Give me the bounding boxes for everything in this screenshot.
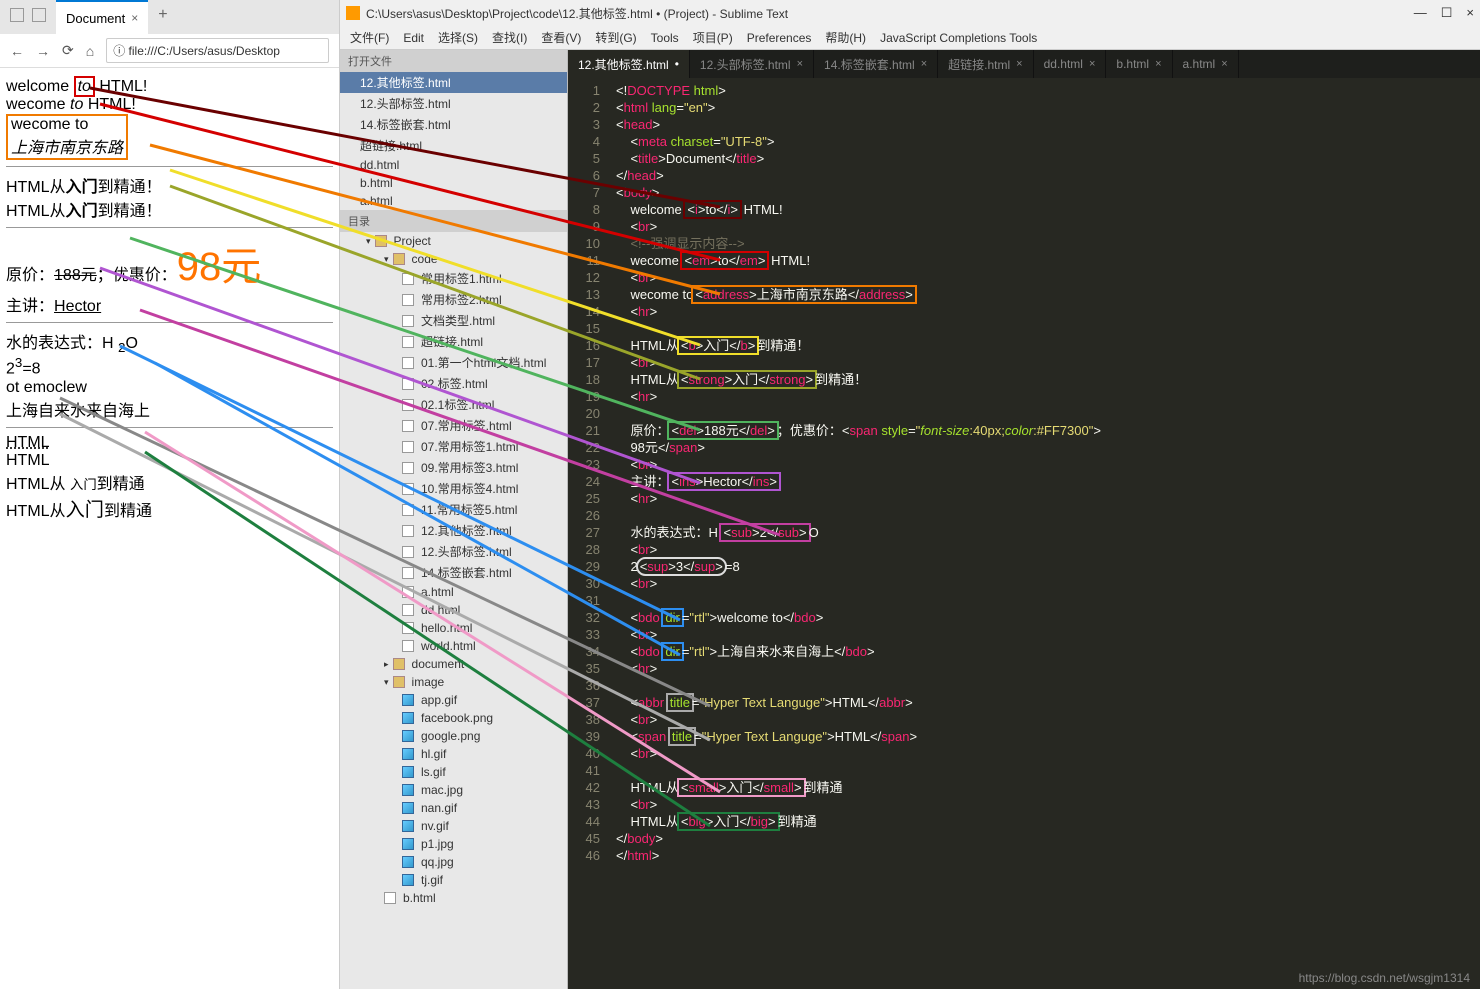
tree-image[interactable]: tj.gif bbox=[340, 871, 567, 889]
editor-tab[interactable]: 14.标签嵌套.html× bbox=[814, 50, 938, 78]
folder-code[interactable]: ▾code bbox=[340, 250, 567, 268]
menu-bar[interactable]: 文件(F) Edit 选择(S) 查找(I) 查看(V) 转到(G) Tools 项目(P) P… bbox=[340, 26, 1480, 50]
tree-file[interactable]: a.html bbox=[340, 583, 567, 601]
i-render: to bbox=[74, 76, 95, 97]
menu-item[interactable]: Tools bbox=[651, 31, 679, 45]
editor-tab[interactable]: 超链接.html× bbox=[938, 50, 1033, 78]
tree-image[interactable]: google.png bbox=[340, 727, 567, 745]
tree-file[interactable]: hello.html bbox=[340, 619, 567, 637]
open-file-item[interactable]: 12.其他标签.html bbox=[340, 72, 567, 93]
editor-tab[interactable]: b.html× bbox=[1106, 50, 1172, 78]
tree-file[interactable]: 常用标签2.html bbox=[340, 289, 567, 310]
editor-tab[interactable]: 12.头部标签.html× bbox=[690, 50, 814, 78]
browser-tab-bar: Document × + bbox=[0, 0, 339, 34]
code-area: 12.其他标签.html•12.头部标签.html×14.标签嵌套.html×超… bbox=[568, 50, 1480, 989]
tree-image[interactable]: app.gif bbox=[340, 691, 567, 709]
open-files-section: 打开文件 bbox=[340, 50, 567, 72]
menu-item[interactable]: 项目(P) bbox=[693, 29, 733, 46]
browser-tab[interactable]: Document × bbox=[56, 0, 148, 34]
tree-image[interactable]: nv.gif bbox=[340, 817, 567, 835]
tree-file[interactable]: 文档类型.html bbox=[340, 310, 567, 331]
open-file-item[interactable]: dd.html bbox=[340, 156, 567, 174]
tab-title: Document bbox=[66, 11, 125, 26]
address-bar: ← → ⟳ ⌂ ⓘ file:///C:/Users/asus/Desktop bbox=[0, 34, 339, 68]
tree-file[interactable]: 07.常用标签.html bbox=[340, 415, 567, 436]
menu-item[interactable]: 文件(F) bbox=[350, 29, 389, 46]
tree-image[interactable]: ls.gif bbox=[340, 763, 567, 781]
page-content: welcome to HTML! wecome to HTML! wecome … bbox=[0, 68, 339, 989]
source-code[interactable]: <!DOCTYPE html><html lang="en"><head> <m… bbox=[608, 78, 1480, 989]
tree-file[interactable]: dd.html bbox=[340, 601, 567, 619]
open-file-item[interactable]: 14.标签嵌套.html bbox=[340, 114, 567, 135]
menu-item[interactable]: 查找(I) bbox=[492, 29, 527, 46]
tree-file[interactable]: 常用标签1.html bbox=[340, 268, 567, 289]
back-icon[interactable]: ← bbox=[10, 43, 24, 59]
tree-image[interactable]: qq.jpg bbox=[340, 853, 567, 871]
menu-item[interactable]: 转到(G) bbox=[595, 29, 636, 46]
tree-file[interactable]: world.html bbox=[340, 637, 567, 655]
tree-file[interactable]: 14.标签嵌套.html bbox=[340, 562, 567, 583]
watermark: https://blog.csdn.net/wsgjm1314 bbox=[1299, 971, 1470, 985]
menu-item[interactable]: Preferences bbox=[747, 31, 812, 45]
reload-icon[interactable]: ⟳ bbox=[62, 42, 74, 59]
url-input[interactable]: ⓘ file:///C:/Users/asus/Desktop bbox=[106, 38, 329, 63]
tree-file[interactable]: 10.常用标签4.html bbox=[340, 478, 567, 499]
close-icon[interactable]: × bbox=[131, 11, 138, 25]
browser-window: Document × + ← → ⟳ ⌂ ⓘ file:///C:/Users/… bbox=[0, 0, 340, 989]
minimize-icon[interactable]: — bbox=[1414, 5, 1427, 21]
close-icon[interactable]: × bbox=[1466, 5, 1474, 21]
open-file-item[interactable]: 12.头部标签.html bbox=[340, 93, 567, 114]
tree-file[interactable]: 01.第一个html文档.html bbox=[340, 352, 567, 373]
folders-section: 目录 bbox=[340, 210, 567, 232]
new-tab-button[interactable]: + bbox=[148, 0, 177, 34]
menu-item[interactable]: JavaScript Completions Tools bbox=[880, 31, 1037, 45]
tree-file[interactable]: 12.其他标签.html bbox=[340, 520, 567, 541]
tree-image[interactable]: nan.gif bbox=[340, 799, 567, 817]
tree-image[interactable]: mac.jpg bbox=[340, 781, 567, 799]
tree-file[interactable]: 07.常用标签1.html bbox=[340, 436, 567, 457]
tree-image[interactable]: facebook.png bbox=[340, 709, 567, 727]
maximize-icon[interactable]: ☐ bbox=[1441, 5, 1453, 21]
tree-file[interactable]: 02.标签.html bbox=[340, 373, 567, 394]
menu-item[interactable]: Edit bbox=[403, 31, 424, 45]
sublime-window: C:\Users\asus\Desktop\Project\code\12.其他… bbox=[340, 0, 1480, 989]
sidebar[interactable]: 打开文件 12.其他标签.html12.头部标签.html14.标签嵌套.htm… bbox=[340, 50, 568, 989]
tree-file[interactable]: 09.常用标签3.html bbox=[340, 457, 567, 478]
editor-tab[interactable]: a.html× bbox=[1173, 50, 1239, 78]
window-controls[interactable] bbox=[0, 0, 56, 34]
file-b[interactable]: b.html bbox=[340, 889, 567, 907]
tree-image[interactable]: hl.gif bbox=[340, 745, 567, 763]
tree-file[interactable]: 02.1标签.html bbox=[340, 394, 567, 415]
tree-file[interactable]: 超链接.html bbox=[340, 331, 567, 352]
menu-item[interactable]: 选择(S) bbox=[438, 29, 478, 46]
open-file-item[interactable]: 超链接.html bbox=[340, 135, 567, 156]
forward-icon[interactable]: → bbox=[36, 43, 50, 59]
tree-file[interactable]: 12.头部标签.html bbox=[340, 541, 567, 562]
open-file-item[interactable]: b.html bbox=[340, 174, 567, 192]
tree-image[interactable]: p1.jpg bbox=[340, 835, 567, 853]
home-icon[interactable]: ⌂ bbox=[86, 43, 94, 59]
editor-tab[interactable]: 12.其他标签.html• bbox=[568, 50, 690, 78]
address-render: 上海市南京东路 bbox=[11, 140, 123, 157]
folder-document[interactable]: ▸document bbox=[340, 655, 567, 673]
folder-project[interactable]: ▾Project bbox=[340, 232, 567, 250]
open-file-item[interactable]: a.html bbox=[340, 192, 567, 210]
menu-item[interactable]: 查看(V) bbox=[541, 29, 581, 46]
discount-price: 98元 bbox=[177, 245, 262, 289]
editor-title-bar[interactable]: C:\Users\asus\Desktop\Project\code\12.其他… bbox=[340, 0, 1480, 26]
editor-tabs[interactable]: 12.其他标签.html•12.头部标签.html×14.标签嵌套.html×超… bbox=[568, 50, 1480, 78]
app-icon bbox=[346, 6, 360, 20]
line-gutter: 1234567891011121314151617181920212223242… bbox=[568, 78, 608, 989]
menu-item[interactable]: 帮助(H) bbox=[825, 29, 866, 46]
tree-file[interactable]: 11.常用标签5.html bbox=[340, 499, 567, 520]
editor-tab[interactable]: dd.html× bbox=[1034, 50, 1107, 78]
folder-image[interactable]: ▾image bbox=[340, 673, 567, 691]
